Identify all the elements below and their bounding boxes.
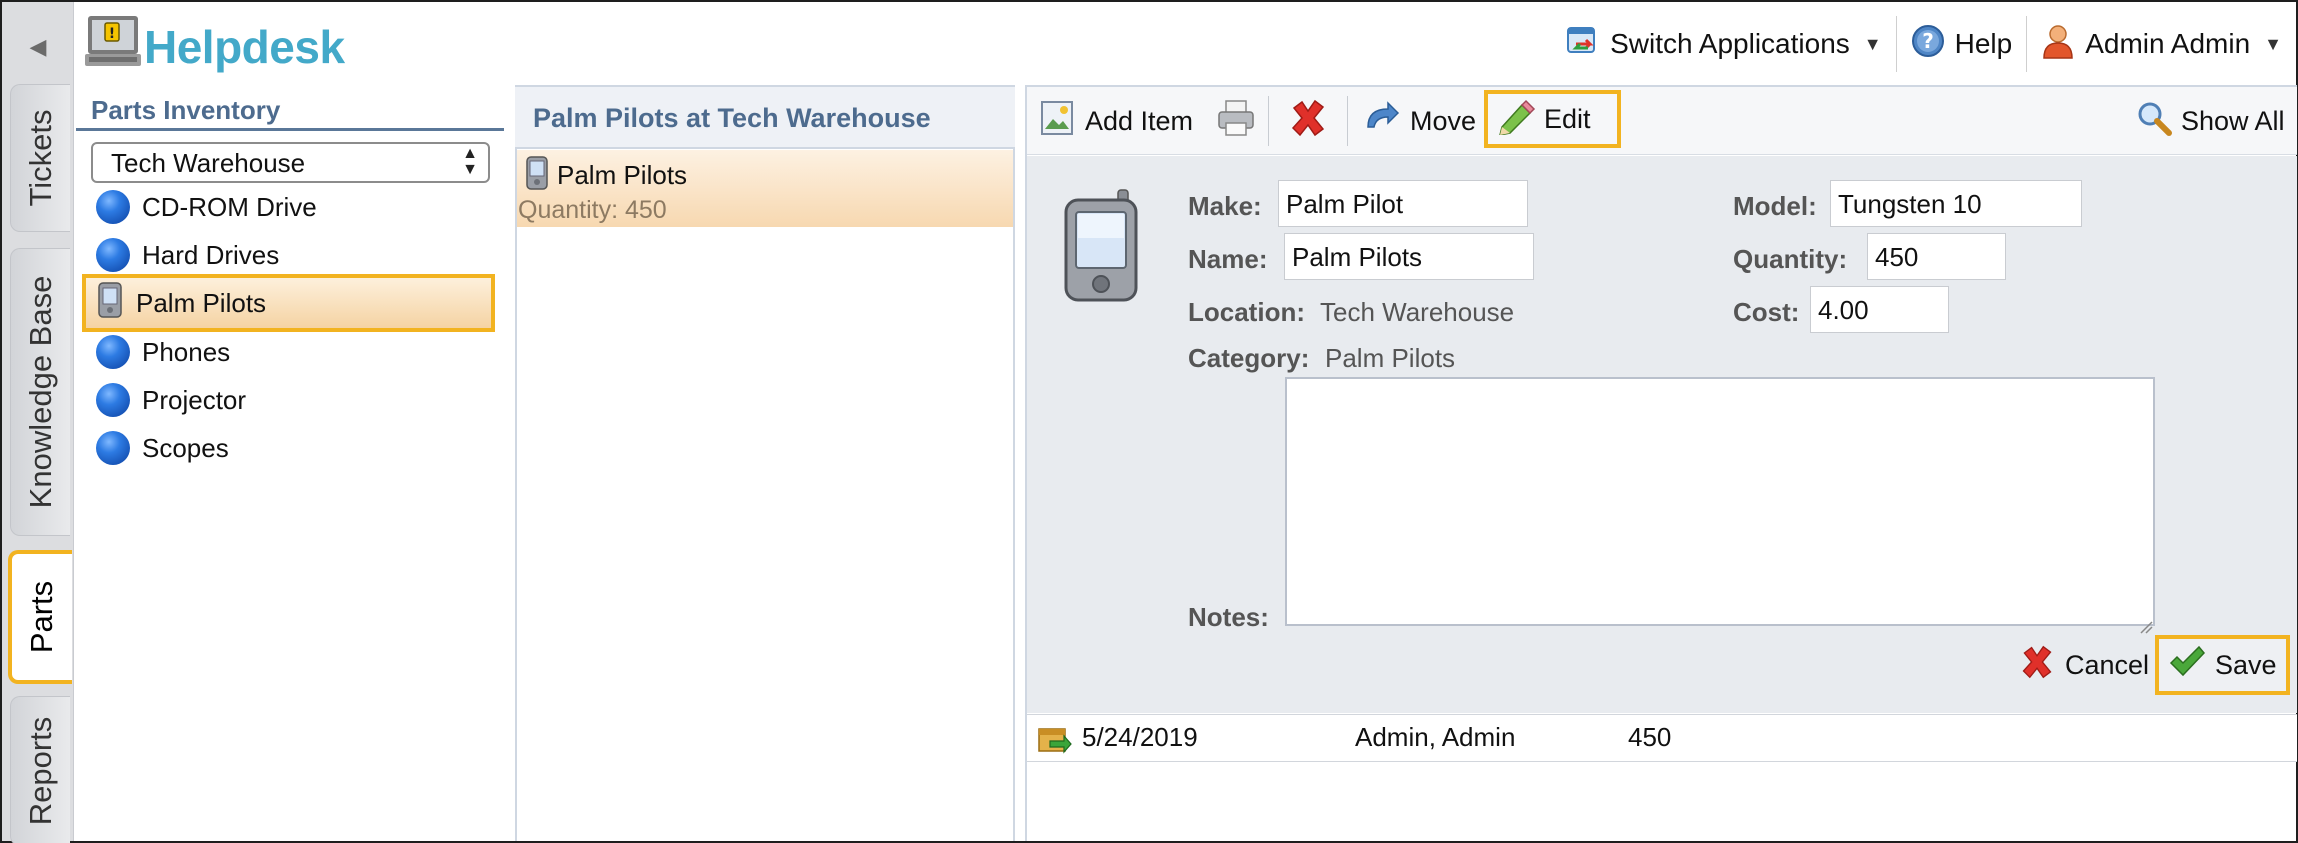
category-label: Projector	[142, 384, 247, 415]
show-all-button[interactable]: Show All	[2135, 96, 2285, 146]
make-label: Make:	[1188, 191, 1262, 221]
switch-applications-label: Switch Applications	[1610, 28, 1850, 59]
list-item-name: Palm Pilots	[557, 160, 688, 190]
add-item-button[interactable]: Add Item	[1039, 96, 1193, 146]
toolbar-divider	[1347, 96, 1348, 146]
show-all-label: Show All	[2181, 105, 2285, 136]
red-x-icon	[1288, 98, 1328, 145]
cancel-label: Cancel	[2065, 649, 2150, 680]
model-field[interactable]: Tungsten 10	[1830, 180, 2082, 227]
name-field[interactable]: Palm Pilots	[1284, 233, 1534, 280]
blue-sphere-icon	[96, 238, 130, 272]
cost-field[interactable]: 4.00	[1810, 286, 1949, 333]
tab-reports[interactable]: Reports	[10, 696, 70, 843]
category-item-palm-pilots[interactable]: Palm Pilots	[82, 274, 495, 332]
help-icon: ?	[1911, 24, 1945, 65]
tab-parts[interactable]: Parts	[8, 550, 72, 684]
location-label: Location:	[1188, 297, 1305, 327]
svg-text:!: !	[109, 26, 115, 42]
user-menu[interactable]: Admin Admin ▼	[2027, 16, 2296, 72]
chevron-down-icon: ▼	[2264, 33, 2282, 54]
quantity-label: Quantity:	[1733, 244, 1848, 274]
resize-grip-icon[interactable]	[2139, 610, 2153, 634]
tab-label: Reports	[22, 716, 58, 826]
blue-sphere-icon	[96, 431, 130, 465]
pda-icon	[525, 156, 549, 190]
blue-sphere-icon	[96, 383, 130, 417]
pda-device-icon	[1060, 188, 1150, 304]
make-field[interactable]: Palm Pilot	[1278, 180, 1528, 227]
category-label: CD-ROM Drive	[142, 191, 317, 222]
red-x-icon	[2019, 644, 2055, 687]
magnifier-icon	[2135, 99, 2173, 144]
add-item-icon	[1039, 99, 1077, 144]
history-quantity: 450	[1628, 722, 1672, 752]
helpdesk-logo-icon: !	[85, 14, 143, 68]
location-value: Tech Warehouse	[1320, 297, 1515, 327]
history-transfer-icon	[1036, 719, 1072, 762]
add-item-label: Add Item	[1085, 105, 1194, 136]
move-arrow-icon	[1362, 99, 1402, 144]
print-button[interactable]	[1216, 96, 1256, 146]
category-label: Category:	[1188, 343, 1310, 373]
category-value: Palm Pilots	[1325, 343, 1456, 373]
notes-label: Notes:	[1188, 602, 1269, 632]
category-label: Scopes	[142, 432, 229, 463]
user-name-label: Admin Admin	[2085, 28, 2251, 59]
chevron-down-icon: ▼	[1863, 33, 1882, 54]
category-label: Phones	[142, 336, 231, 367]
user-avatar-icon	[2041, 23, 2075, 66]
save-label: Save	[2215, 649, 2277, 680]
move-button[interactable]: Move	[1362, 96, 1476, 146]
category-item-hard-drives[interactable]: Hard Drives	[82, 232, 495, 278]
toolbar-divider	[1268, 96, 1269, 146]
edit-button[interactable]: Edit	[1484, 90, 1621, 148]
app-title: Helpdesk	[144, 21, 345, 73]
model-label: Model:	[1733, 191, 1817, 221]
green-check-icon	[2169, 645, 2206, 686]
blue-sphere-icon	[96, 335, 130, 369]
location-select-value: Tech Warehouse	[111, 148, 306, 178]
category-label: Palm Pilots	[136, 287, 267, 318]
move-label: Move	[1410, 105, 1477, 136]
history-user: Admin, Admin	[1355, 722, 1516, 752]
quantity-field[interactable]: 450	[1867, 233, 2006, 280]
pda-icon	[96, 281, 124, 326]
svg-text:?: ?	[1922, 29, 1934, 53]
category-item-projector[interactable]: Projector	[82, 377, 495, 423]
category-item-phones[interactable]: Phones	[82, 329, 495, 375]
blue-sphere-icon	[96, 190, 130, 224]
category-item-scopes[interactable]: Scopes	[82, 425, 495, 471]
pencil-icon	[1496, 97, 1536, 142]
location-select[interactable]: Tech Warehouse ▲ ▼	[91, 142, 490, 183]
tab-tickets[interactable]: Tickets	[10, 84, 70, 232]
cancel-button[interactable]: Cancel	[2019, 642, 2149, 688]
header-actions: Switch Applications ▼ ? Help Admin Admin…	[1552, 16, 2296, 72]
tab-label: Knowledge Base	[22, 275, 58, 509]
delete-button[interactable]	[1288, 96, 1328, 146]
title-underline	[76, 128, 504, 131]
list-item-quantity: Quantity: 450	[518, 196, 667, 224]
switch-applications-icon	[1566, 24, 1600, 65]
save-button[interactable]: Save	[2155, 635, 2290, 695]
items-list-title: Palm Pilots at Tech Warehouse	[533, 103, 931, 133]
tab-knowledge-base[interactable]: Knowledge Base	[10, 248, 70, 536]
parts-inventory-title: Parts Inventory	[91, 95, 281, 125]
tab-label: Tickets	[22, 109, 58, 207]
collapse-arrow-icon[interactable]: ◀	[24, 32, 52, 62]
name-label: Name:	[1188, 244, 1268, 274]
edit-label: Edit	[1544, 103, 1591, 134]
category-label: Hard Drives	[142, 239, 280, 270]
category-item-cd-rom-drive[interactable]: CD-ROM Drive	[82, 184, 495, 230]
switch-applications-menu[interactable]: Switch Applications ▼	[1552, 16, 1896, 72]
history-date: 5/24/2019	[1082, 722, 1198, 752]
notes-textarea[interactable]	[1285, 377, 2155, 626]
select-arrows-icon: ▲ ▼	[462, 145, 478, 178]
printer-icon	[1216, 99, 1256, 144]
tab-label: Parts	[24, 580, 59, 654]
cost-label: Cost:	[1733, 297, 1800, 327]
help-link[interactable]: ? Help	[1897, 16, 2027, 72]
help-label: Help	[1954, 28, 2013, 59]
